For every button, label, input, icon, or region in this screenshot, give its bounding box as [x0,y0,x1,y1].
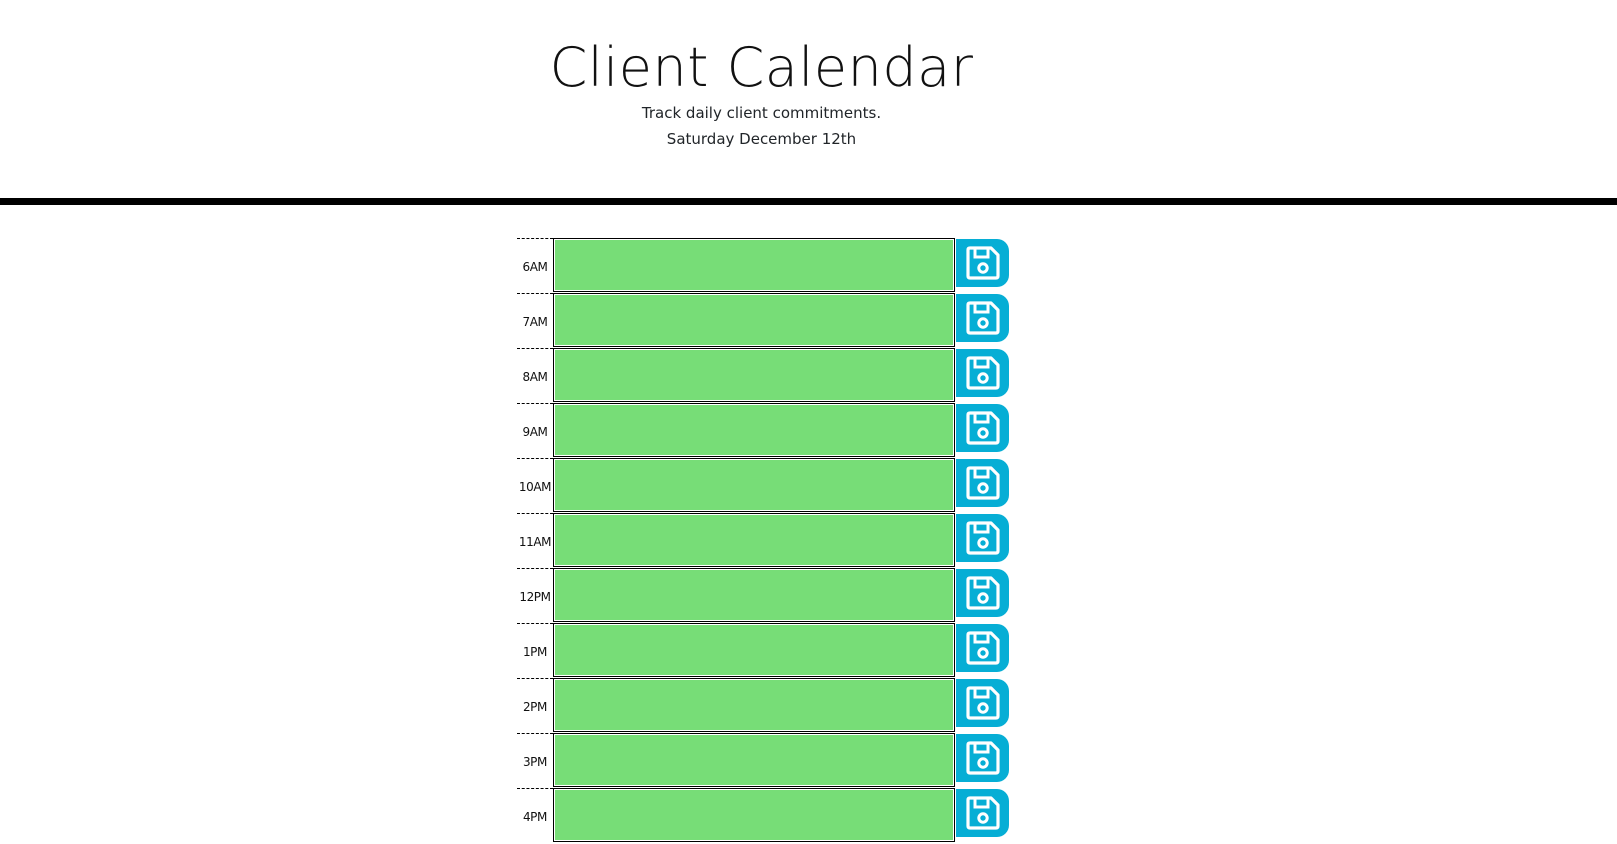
floppy-disk-icon [965,795,1001,831]
save-button[interactable] [956,514,1009,562]
hour-label: 12PM [517,568,553,623]
time-block-2pm: 2PM [517,678,1009,733]
time-block-8am: 8AM [517,348,1009,403]
hour-label: 6AM [517,238,553,293]
page-header: Client Calendar Track daily client commi… [0,0,1617,205]
header-content: Client Calendar Track daily client commi… [439,0,1084,152]
event-description-input[interactable] [552,293,956,347]
hour-label: 1PM [517,623,553,678]
save-button[interactable] [956,569,1009,617]
save-button[interactable] [956,459,1009,507]
event-description-input[interactable] [552,678,956,732]
floppy-disk-icon [965,410,1001,446]
save-button[interactable] [956,404,1009,452]
time-block-7am: 7AM [517,293,1009,348]
floppy-disk-icon [965,630,1001,666]
time-block-list: 6AM 7AM 8AM 9AM 10AM 11AM 12PM 1PM 2PM 3… [517,238,1009,843]
save-button[interactable] [956,239,1009,287]
save-button[interactable] [956,734,1009,782]
event-description-input[interactable] [552,623,956,677]
event-description-input[interactable] [552,403,956,457]
time-block-11am: 11AM [517,513,1009,568]
time-block-1pm: 1PM [517,623,1009,678]
floppy-disk-icon [965,740,1001,776]
hour-label: 2PM [517,678,553,733]
event-description-input[interactable] [552,238,956,292]
event-description-input[interactable] [552,733,956,787]
event-description-input[interactable] [552,513,956,567]
time-block-6am: 6AM [517,238,1009,293]
page-title: Client Calendar [549,36,974,99]
save-button[interactable] [956,789,1009,837]
current-day: Saturday December 12th [666,130,857,148]
time-block-12pm: 12PM [517,568,1009,623]
hour-label: 4PM [517,788,553,843]
page-subtitle: Track daily client commitments. [641,104,882,122]
event-description-input[interactable] [552,458,956,512]
hour-label: 11AM [517,513,553,568]
time-block-3pm: 3PM [517,733,1009,788]
hour-label: 3PM [517,733,553,788]
hour-label: 10AM [517,458,553,513]
hour-label: 9AM [517,403,553,458]
event-description-input[interactable] [552,568,956,622]
floppy-disk-icon [965,300,1001,336]
floppy-disk-icon [965,575,1001,611]
hour-label: 8AM [517,348,553,403]
save-button[interactable] [956,679,1009,727]
time-block-10am: 10AM [517,458,1009,513]
event-description-input[interactable] [552,348,956,402]
floppy-disk-icon [965,465,1001,501]
save-button[interactable] [956,349,1009,397]
floppy-disk-icon [965,245,1001,281]
save-button[interactable] [956,294,1009,342]
floppy-disk-icon [965,520,1001,556]
event-description-input[interactable] [552,788,956,842]
hour-label: 7AM [517,293,553,348]
time-block-9am: 9AM [517,403,1009,458]
time-block-4pm: 4PM [517,788,1009,843]
save-button[interactable] [956,624,1009,672]
floppy-disk-icon [965,685,1001,721]
floppy-disk-icon [965,355,1001,391]
